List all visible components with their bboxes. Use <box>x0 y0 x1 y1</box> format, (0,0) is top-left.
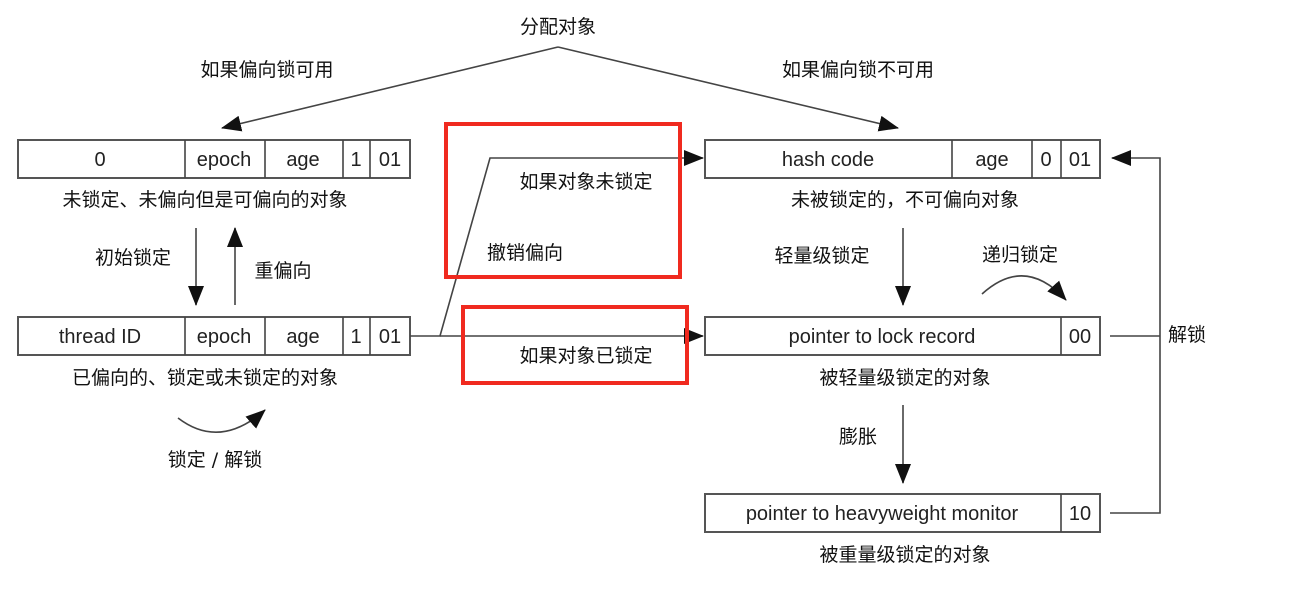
svg-text:00: 00 <box>1069 326 1091 348</box>
caption-unlocked-biasable: 未锁定、未偏向但是可偏向的对象 <box>62 189 347 211</box>
revoke-bias-label: 撤销偏向 <box>487 242 563 264</box>
svg-text:01: 01 <box>379 149 401 171</box>
mark-word-unlocked-nonbiasable: hash code age 0 01 <box>704 139 1101 179</box>
initial-lock-label: 初始锁定 <box>95 247 171 269</box>
mark-word-biased: thread ID epoch age 1 01 <box>17 316 411 356</box>
svg-text:01: 01 <box>1069 149 1091 171</box>
mark-word-heavyweight: pointer to heavyweight monitor 10 <box>704 493 1101 533</box>
if-unlocked-label: 如果对象未锁定 <box>519 171 652 193</box>
lock-unlock-label: 锁定 / 解锁 <box>168 449 262 471</box>
svg-text:10: 10 <box>1069 503 1091 525</box>
mark-word-unlocked-biasable: 0 epoch age 1 01 <box>17 139 411 179</box>
svg-text:age: age <box>975 149 1008 171</box>
svg-text:thread ID: thread ID <box>59 326 141 348</box>
caption-biased: 已偏向的、锁定或未锁定的对象 <box>72 367 338 389</box>
svg-text:epoch: epoch <box>197 326 252 348</box>
unlock-label: 解锁 <box>1168 324 1206 346</box>
recursive-lock-label: 递归锁定 <box>982 244 1058 266</box>
rebias-label: 重偏向 <box>254 260 311 282</box>
arrow-unlock <box>1110 158 1161 514</box>
bias-unavailable-label: 如果偏向锁不可用 <box>782 59 934 81</box>
inflate-label: 膨胀 <box>839 426 877 448</box>
svg-text:0: 0 <box>94 149 105 171</box>
svg-text:01: 01 <box>379 326 401 348</box>
curved-arrow-lock-unlock <box>177 409 266 434</box>
svg-text:1: 1 <box>350 326 361 348</box>
curved-arrow-recursive <box>981 275 1067 301</box>
svg-text:epoch: epoch <box>197 149 252 171</box>
caption-heavyweight: 被重量级锁定的对象 <box>819 544 990 566</box>
caption-lightweight: 被轻量级锁定的对象 <box>819 367 990 389</box>
lightweight-lock-label: 轻量级锁定 <box>774 245 869 267</box>
lock-state-diagram: 分配对象 如果偏向锁可用 如果偏向锁不可用 0 epoch age 1 01 未… <box>17 16 1206 566</box>
svg-text:0: 0 <box>1040 149 1051 171</box>
svg-text:age: age <box>286 326 319 348</box>
svg-text:age: age <box>286 149 319 171</box>
bias-available-label: 如果偏向锁可用 <box>200 59 333 81</box>
svg-text:pointer to heavyweight monitor: pointer to heavyweight monitor <box>746 503 1019 525</box>
mark-word-lightweight: pointer to lock record 00 <box>704 316 1101 356</box>
svg-text:1: 1 <box>350 149 361 171</box>
allocate-object-label: 分配对象 <box>520 16 596 38</box>
if-locked-label: 如果对象已锁定 <box>519 345 652 367</box>
svg-text:hash code: hash code <box>782 149 874 171</box>
svg-text:pointer to lock record: pointer to lock record <box>789 326 976 348</box>
caption-unlocked-nonbiasable: 未被锁定的，不可偏向对象 <box>791 189 1019 211</box>
